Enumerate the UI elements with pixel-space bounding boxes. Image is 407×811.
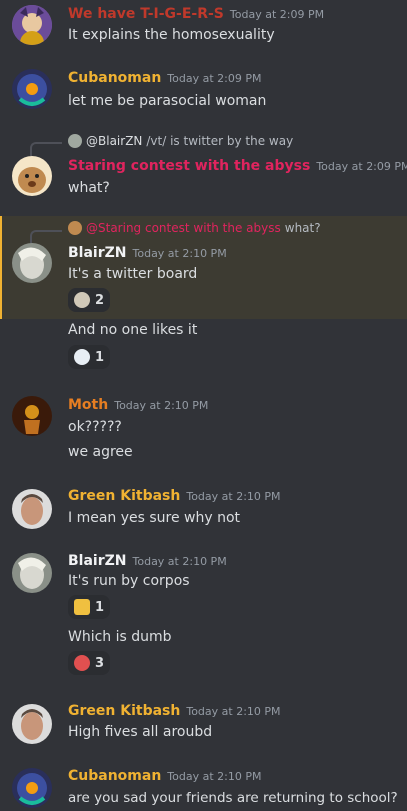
- reaction-count: 1: [95, 349, 105, 365]
- message: Green Kitbash Today at 2:10 PM I mean yes…: [0, 486, 407, 536]
- reply-author[interactable]: @BlairZN: [86, 134, 142, 148]
- message-text: Which is dumb: [68, 629, 172, 645]
- timestamp: Today at 2:09 PM: [167, 72, 262, 85]
- avatar[interactable]: [12, 553, 52, 593]
- avatar[interactable]: [12, 489, 52, 529]
- reply-preview[interactable]: @Staring contest with the abyss what?: [68, 221, 321, 235]
- message-text: let me be parasocial woman: [68, 93, 267, 109]
- timestamp: Today at 2:10 PM: [186, 705, 281, 718]
- author-name[interactable]: We have T-I-G-E-R-S Today at 2:09 PM: [68, 6, 324, 22]
- reaction-emoji-icon: [74, 599, 90, 615]
- message: Moth Today at 2:10 PM ok????? we agree: [0, 394, 407, 464]
- message: @Staring contest with the abyss what? Bl…: [0, 218, 407, 373]
- avatar[interactable]: [12, 396, 52, 436]
- author-name[interactable]: Cubanoman Today at 2:09 PM: [68, 70, 261, 86]
- message-text: And no one likes it: [68, 322, 198, 338]
- reply-connector: [30, 230, 62, 244]
- timestamp: Today at 2:10 PM: [132, 555, 227, 568]
- reply-text: /vt/ is twitter by the way: [146, 134, 294, 148]
- reply-author[interactable]: @Staring contest with the abyss: [86, 221, 281, 235]
- timestamp: Today at 2:09 PM: [229, 8, 325, 21]
- avatar[interactable]: [12, 5, 52, 45]
- avatar[interactable]: [12, 243, 52, 283]
- reaction-emoji-icon: [74, 655, 90, 671]
- author-name[interactable]: Staring contest with the abyss Today at 2…: [68, 158, 407, 174]
- message: We have T-I-G-E-R-S Today at 2:09 PM It e…: [0, 0, 407, 50]
- reaction-count: 3: [95, 655, 105, 671]
- message-text: It's run by corpos: [68, 573, 190, 589]
- avatar[interactable]: [12, 156, 52, 196]
- avatar[interactable]: [12, 69, 52, 109]
- reply-avatar: [68, 221, 82, 235]
- message: BlairZN Today at 2:10 PM It's run by corp…: [0, 551, 407, 681]
- author-name[interactable]: BlairZN Today at 2:10 PM: [68, 553, 227, 569]
- message-text: It explains the homosexuality: [68, 27, 275, 43]
- timestamp: Today at 2:09 PM: [316, 160, 407, 173]
- message-text: I mean yes sure why not: [68, 510, 241, 526]
- message-text: what?: [68, 180, 110, 196]
- message: Cubanoman Today at 2:09 PM let me be para…: [0, 64, 407, 114]
- message: Cubanoman Today at 2:10 PM are you sad yo…: [0, 766, 407, 811]
- reaction-count: 1: [95, 599, 105, 615]
- author-name[interactable]: Moth Today at 2:10 PM: [68, 397, 208, 413]
- reply-connector: [30, 142, 62, 156]
- author-name[interactable]: Green Kitbash Today at 2:10 PM: [68, 488, 281, 504]
- message-text: High fives all aroubd: [68, 724, 213, 740]
- timestamp: Today at 2:10 PM: [132, 247, 227, 260]
- reply-avatar: [68, 134, 82, 148]
- timestamp: Today at 2:10 PM: [114, 399, 209, 412]
- message-text: It's a twitter board: [68, 266, 198, 282]
- message: Green Kitbash Today at 2:10 PM High fives…: [0, 701, 407, 751]
- reply-preview[interactable]: @BlairZN /vt/ is twitter by the way: [68, 134, 293, 148]
- reaction-button[interactable]: 3: [68, 651, 111, 675]
- avatar[interactable]: [12, 704, 52, 744]
- author-name[interactable]: Green Kitbash Today at 2:10 PM: [68, 703, 281, 719]
- message-text: we agree: [68, 444, 133, 460]
- reaction-button[interactable]: 1: [68, 345, 111, 369]
- timestamp: Today at 2:10 PM: [167, 770, 262, 783]
- message-text: are you sad your friends are returning t…: [68, 790, 398, 806]
- avatar[interactable]: [12, 768, 52, 808]
- author-name[interactable]: Cubanoman Today at 2:10 PM: [68, 768, 261, 784]
- message: @BlairZN /vt/ is twitter by the way Star…: [0, 132, 407, 202]
- author-name[interactable]: BlairZN Today at 2:10 PM: [68, 245, 227, 261]
- reaction-button[interactable]: 2: [68, 288, 111, 312]
- reaction-count: 2: [95, 292, 105, 308]
- message-text: ok?????: [68, 419, 122, 435]
- reply-text: what?: [284, 221, 321, 235]
- reaction-button[interactable]: 1: [68, 595, 111, 619]
- reaction-emoji-icon: [74, 349, 90, 365]
- timestamp: Today at 2:10 PM: [186, 490, 281, 503]
- reaction-emoji-icon: [74, 292, 90, 308]
